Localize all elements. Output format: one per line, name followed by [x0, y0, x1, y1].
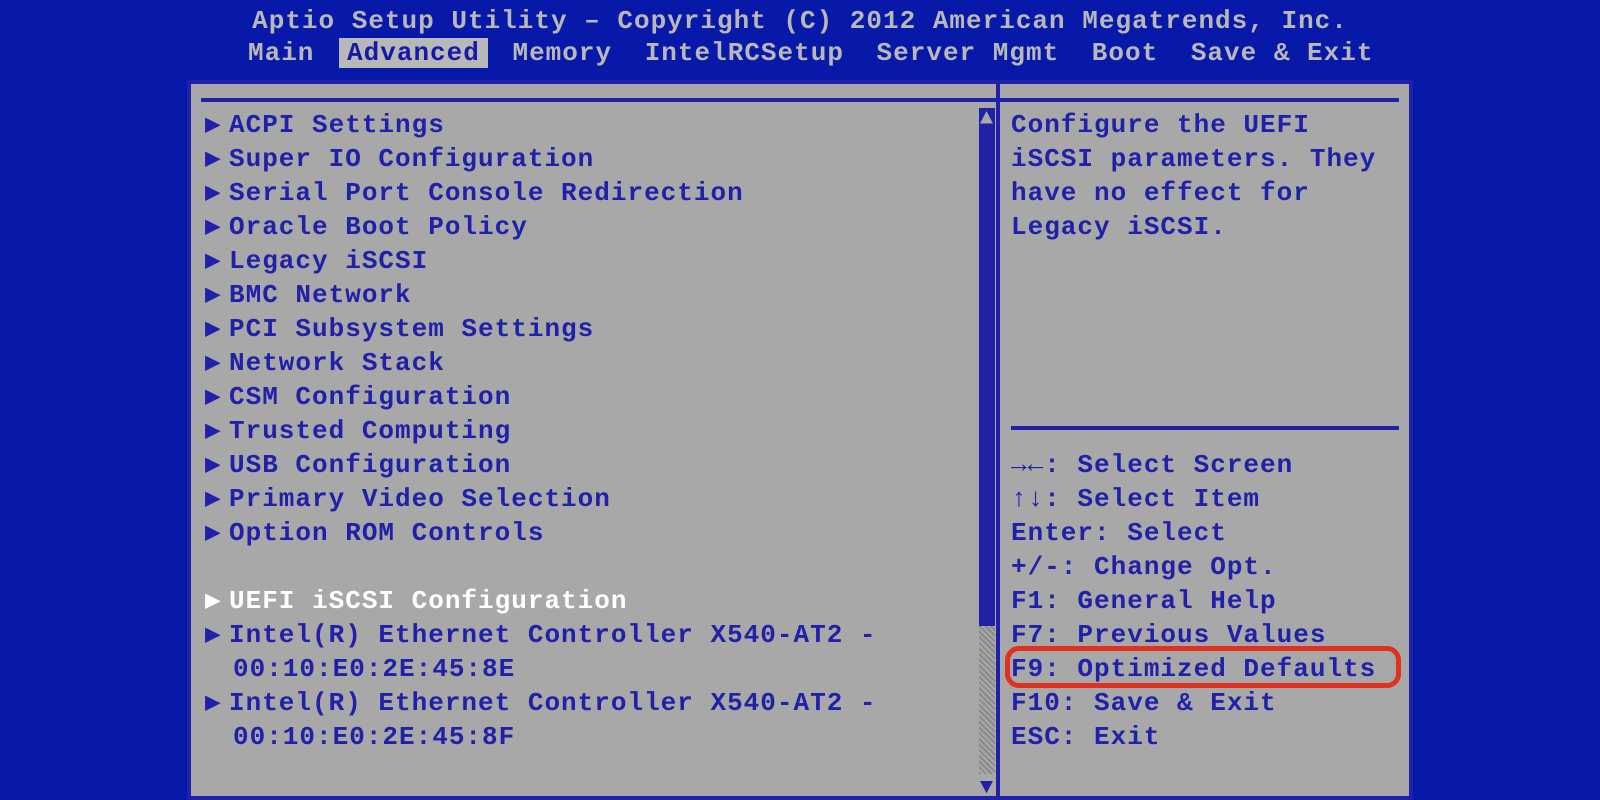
menu-item-label: PCI Subsystem Settings — [229, 312, 594, 346]
inner-border-top — [201, 98, 1399, 102]
key-help-4: F1: General Help — [1011, 584, 1399, 618]
submenu-arrow-icon: ▶ — [205, 142, 229, 176]
scroll-down-icon[interactable]: ▼ — [979, 775, 995, 800]
menu-item-label: Serial Port Console Redirection — [229, 176, 744, 210]
menu-item-intel-r-ethernet-controller-x540-at2[interactable]: ▶Intel(R) Ethernet Controller X540-AT2 - — [201, 686, 996, 720]
key-help-8: ESC: Exit — [1011, 720, 1399, 754]
menu-item-pci-subsystem-settings[interactable]: ▶PCI Subsystem Settings — [201, 312, 996, 346]
tab-boot[interactable]: Boot — [1084, 38, 1166, 68]
menu-item-label: Super IO Configuration — [229, 142, 594, 176]
menu-blank — [201, 550, 996, 584]
submenu-arrow-icon: ▶ — [205, 584, 229, 618]
tab-main[interactable]: Main — [240, 38, 322, 68]
menu-item-usb-configuration[interactable]: ▶USB Configuration — [201, 448, 996, 482]
submenu-arrow-icon: ▶ — [205, 312, 229, 346]
menu-item-label: BMC Network — [229, 278, 412, 312]
tab-row: Main Advanced Memory IntelRCSetup Server… — [0, 38, 1600, 70]
submenu-arrow-icon: ▶ — [205, 176, 229, 210]
menu-item-intel-r-ethernet-controller-x540-at2[interactable]: ▶Intel(R) Ethernet Controller X540-AT2 - — [201, 618, 996, 652]
menu-item-acpi-settings[interactable]: ▶ACPI Settings — [201, 108, 996, 142]
menu-item-primary-video-selection[interactable]: ▶Primary Video Selection — [201, 482, 996, 516]
submenu-arrow-icon: ▶ — [205, 686, 229, 720]
menu-item-label: ACPI Settings — [229, 108, 445, 142]
main-frame: ▶ACPI Settings▶Super IO Configuration▶Se… — [187, 80, 1413, 800]
menu-item-option-rom-controls[interactable]: ▶Option ROM Controls — [201, 516, 996, 550]
scrollbar-track-hatch — [979, 626, 995, 774]
tab-advanced[interactable]: Advanced — [339, 38, 488, 68]
submenu-arrow-icon: ▶ — [205, 380, 229, 414]
key-help-7: F10: Save & Exit — [1011, 686, 1399, 720]
menu-item-csm-configuration[interactable]: ▶CSM Configuration — [201, 380, 996, 414]
menu-item-serial-port-console-redirection[interactable]: ▶Serial Port Console Redirection — [201, 176, 996, 210]
menu-item-trusted-computing[interactable]: ▶Trusted Computing — [201, 414, 996, 448]
menu-item-uefi-iscsi-configuration[interactable]: ▶UEFI iSCSI Configuration — [201, 584, 996, 618]
tab-intelrcsetup[interactable]: IntelRCSetup — [637, 38, 852, 68]
menu-pane: ▶ACPI Settings▶Super IO Configuration▶Se… — [201, 108, 996, 796]
help-pane: Configure the UEFI iSCSI parameters. The… — [1011, 108, 1399, 796]
tab-save-exit[interactable]: Save & Exit — [1183, 38, 1382, 68]
vertical-divider — [996, 84, 1000, 796]
key-help-list: →←: Select Screen↑↓: Select ItemEnter: S… — [1011, 448, 1399, 754]
menu-item-label: Primary Video Selection — [229, 482, 611, 516]
menu-item-bmc-network[interactable]: ▶BMC Network — [201, 278, 996, 312]
submenu-arrow-icon: ▶ — [205, 618, 229, 652]
submenu-arrow-icon: ▶ — [205, 278, 229, 312]
submenu-arrow-icon: ▶ — [205, 244, 229, 278]
menu-item-label: Trusted Computing — [229, 414, 511, 448]
tab-server-mgmt[interactable]: Server Mgmt — [869, 38, 1068, 68]
menu-item-network-stack[interactable]: ▶Network Stack — [201, 346, 996, 380]
menu-item-legacy-iscsi[interactable]: ▶Legacy iSCSI — [201, 244, 996, 278]
help-divider — [1011, 426, 1399, 430]
title-bar: Aptio Setup Utility – Copyright (C) 2012… — [0, 0, 1600, 38]
submenu-arrow-icon: ▶ — [205, 448, 229, 482]
menu-item-super-io-configuration[interactable]: ▶Super IO Configuration — [201, 142, 996, 176]
menu-item-label: USB Configuration — [229, 448, 511, 482]
submenu-arrow-icon: ▶ — [205, 516, 229, 550]
menu-item-sub[interactable]: 00:10:E0:2E:45:8F — [201, 720, 996, 754]
menu-item-label: Legacy iSCSI — [229, 244, 428, 278]
menu-item-label: Network Stack — [229, 346, 445, 380]
menu-item-sublabel: 00:10:E0:2E:45:8F — [233, 720, 515, 754]
submenu-arrow-icon: ▶ — [205, 210, 229, 244]
submenu-arrow-icon: ▶ — [205, 108, 229, 142]
submenu-arrow-icon: ▶ — [205, 346, 229, 380]
menu-item-label: Oracle Boot Policy — [229, 210, 528, 244]
tab-memory[interactable]: Memory — [504, 38, 620, 68]
key-help-2: Enter: Select — [1011, 516, 1399, 550]
key-help-3: +/-: Change Opt. — [1011, 550, 1399, 584]
menu-item-label: CSM Configuration — [229, 380, 511, 414]
scrollbar-thumb[interactable] — [979, 108, 995, 626]
menu-item-oracle-boot-policy[interactable]: ▶Oracle Boot Policy — [201, 210, 996, 244]
menu-item-label: UEFI iSCSI Configuration — [229, 584, 627, 618]
key-help-0: →←: Select Screen — [1011, 448, 1399, 482]
menu-item-label: Intel(R) Ethernet Controller X540-AT2 - — [229, 686, 877, 720]
submenu-arrow-icon: ▶ — [205, 414, 229, 448]
submenu-arrow-icon: ▶ — [205, 482, 229, 516]
menu-item-label: Option ROM Controls — [229, 516, 544, 550]
scrollbar[interactable]: ▲ ▼ — [979, 108, 995, 796]
key-help-6: F9: Optimized Defaults — [1011, 652, 1399, 686]
menu-item-sub[interactable]: 00:10:E0:2E:45:8E — [201, 652, 996, 686]
help-text: Configure the UEFI iSCSI parameters. The… — [1011, 108, 1399, 244]
scroll-up-icon[interactable]: ▲ — [979, 106, 995, 131]
key-help-1: ↑↓: Select Item — [1011, 482, 1399, 516]
menu-item-label: Intel(R) Ethernet Controller X540-AT2 - — [229, 618, 877, 652]
key-help-5: F7: Previous Values — [1011, 618, 1399, 652]
menu-item-sublabel: 00:10:E0:2E:45:8E — [233, 652, 515, 686]
